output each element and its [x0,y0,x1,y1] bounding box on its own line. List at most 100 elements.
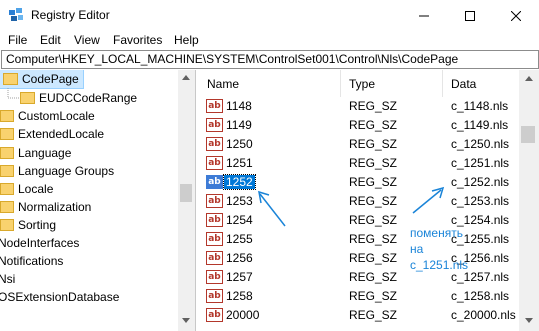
value-type: REG_SZ [349,118,398,132]
menu-view[interactable]: View [74,33,100,47]
values-scrollbar[interactable] [519,70,539,331]
string-value-icon: ab [206,289,223,303]
menu-edit[interactable]: Edit [40,33,61,47]
string-value-icon: ab [206,251,223,265]
string-value-icon: ab [206,213,223,227]
folder-icon [0,147,14,159]
value-name: 1250 [226,137,253,151]
string-value-icon: ab [206,194,223,208]
value-type: REG_SZ [349,251,398,265]
minimize-button[interactable] [401,0,447,31]
registry-icon [9,8,23,21]
tree-item-label: Language [18,146,72,160]
tree-item-locale[interactable]: Locale [0,180,53,198]
title-bar: Registry Editor [0,0,539,31]
tree-item-customlocale[interactable]: CustomLocale [0,107,95,125]
tree-item-extendedlocale[interactable]: ExtendedLocale [0,125,104,143]
table-row[interactable]: ab 1251 REG_SZ c_1251.nls [199,154,519,173]
tree-scroll-down-icon[interactable] [182,318,190,323]
table-row[interactable]: ab 1258 REG_SZ c_1258.nls [199,287,519,306]
value-name: 1255 [226,232,253,246]
tree-item-sorting[interactable]: Sorting [0,216,56,234]
tree-item-nodeinterfaces[interactable]: NodeInterfaces [0,234,79,252]
tree-item-nsi[interactable]: Nsi [0,270,15,288]
value-name: 1257 [226,270,253,284]
value-type: REG_SZ [349,308,398,322]
value-type: REG_SZ [349,137,398,151]
value-type: REG_SZ [349,194,398,208]
values-scroll-up-icon[interactable] [525,76,533,81]
column-header-type[interactable]: Type [341,70,443,97]
tree-item-label: Locale [18,182,54,196]
tree-item-language[interactable]: Language [0,144,71,162]
value-type: REG_SZ [349,99,398,113]
tree-scroll-up-icon[interactable] [182,75,190,80]
value-data: c_20000.nls [451,308,516,322]
table-row[interactable]: ab 1148 REG_SZ c_1148.nls [199,97,519,116]
minimize-icon [419,15,429,16]
value-name: 1254 [226,213,253,227]
folder-icon [0,110,14,122]
tree-item-notifications[interactable]: Notifications [0,252,63,270]
column-header-name[interactable]: Name [199,70,341,97]
table-row[interactable]: ab 1256 REG_SZ c_1256.nls [199,249,519,268]
values-pane: Name Type Data ab 1148 REG_SZ c_1148.nls ab 1… [199,70,539,331]
table-row[interactable]: ab 1253 REG_SZ c_1253.nls [199,192,519,211]
table-row[interactable]: ab 1257 REG_SZ c_1257.nls [199,268,519,287]
value-name: 1258 [226,289,253,303]
annotation-line: на [410,242,424,256]
string-value-icon: ab [206,232,223,246]
menu-favorites[interactable]: Favorites [113,33,162,47]
table-row[interactable]: ab 1149 REG_SZ c_1149.nls [199,116,519,135]
folder-icon [0,219,14,231]
tree-item-label: ExtendedLocale [18,127,105,141]
value-type: REG_SZ [349,232,398,246]
column-header-label: Type [349,76,376,91]
annotation-line: c_1251.nls [410,258,469,272]
table-row[interactable]: ab 1255 REG_SZ c_1255.nls [199,230,519,249]
string-value-icon: ab [206,99,223,113]
folder-icon [0,128,14,140]
table-row[interactable]: ab 1250 REG_SZ c_1250.nls [199,135,519,154]
value-data: c_1251.nls [451,156,510,170]
address-path: Computer\HKEY_LOCAL_MACHINE\SYSTEM\Contr… [6,52,459,66]
tree-scroll-thumb[interactable] [180,184,192,202]
menu-bar: File Edit View Favorites Help [0,31,539,50]
folder-icon [0,201,14,213]
value-name: 1252 [223,174,256,190]
value-name: 20000 [226,308,260,322]
table-row[interactable]: ab 1254 REG_SZ c_1254.nls [199,211,519,230]
maximize-button[interactable] [447,0,493,31]
table-row[interactable]: ab 20000 REG_SZ c_20000.nls [199,306,519,325]
values-scroll-thumb[interactable] [521,126,535,143]
column-header-label: Name [207,76,240,91]
values-scroll-down-icon[interactable] [525,318,533,323]
value-data: c_1253.nls [451,194,510,208]
tree-item-osextensiondatabase[interactable]: OSExtensionDatabase [0,288,119,306]
table-row[interactable]: ab 1252 REG_SZ c_1252.nls [199,173,519,192]
tree-item-label: Normalization [18,200,92,214]
tree-item-label: CustomLocale [18,109,95,123]
close-icon [511,10,521,21]
value-type: REG_SZ [349,270,398,284]
key-tree: CodePage EUDCCodeRange CustomLocale Exte… [0,70,196,331]
address-bar[interactable]: Computer\HKEY_LOCAL_MACHINE\SYSTEM\Contr… [1,50,539,69]
menu-help[interactable]: Help [174,33,199,47]
value-data: c_1250.nls [451,137,510,151]
value-data: c_1148.nls [451,99,509,113]
string-value-icon: ab [206,270,223,284]
string-value-icon: ab [206,137,223,151]
value-name: 1251 [226,156,253,170]
tree-item-label: Language Groups [18,164,115,178]
folder-icon [0,183,14,195]
close-button[interactable] [493,0,539,31]
tree-item-label: Sorting [18,218,57,232]
tree-item-language-groups[interactable]: Language Groups [0,162,114,180]
annotation-text: поменять на c_1251.nls [410,225,468,273]
column-header-label: Data [451,76,477,91]
value-type: REG_SZ [349,289,398,303]
value-data: c_1258.nls [451,289,510,303]
menu-file[interactable]: File [8,33,27,47]
tree-item-normalization[interactable]: Normalization [0,198,91,216]
value-type: REG_SZ [349,156,398,170]
